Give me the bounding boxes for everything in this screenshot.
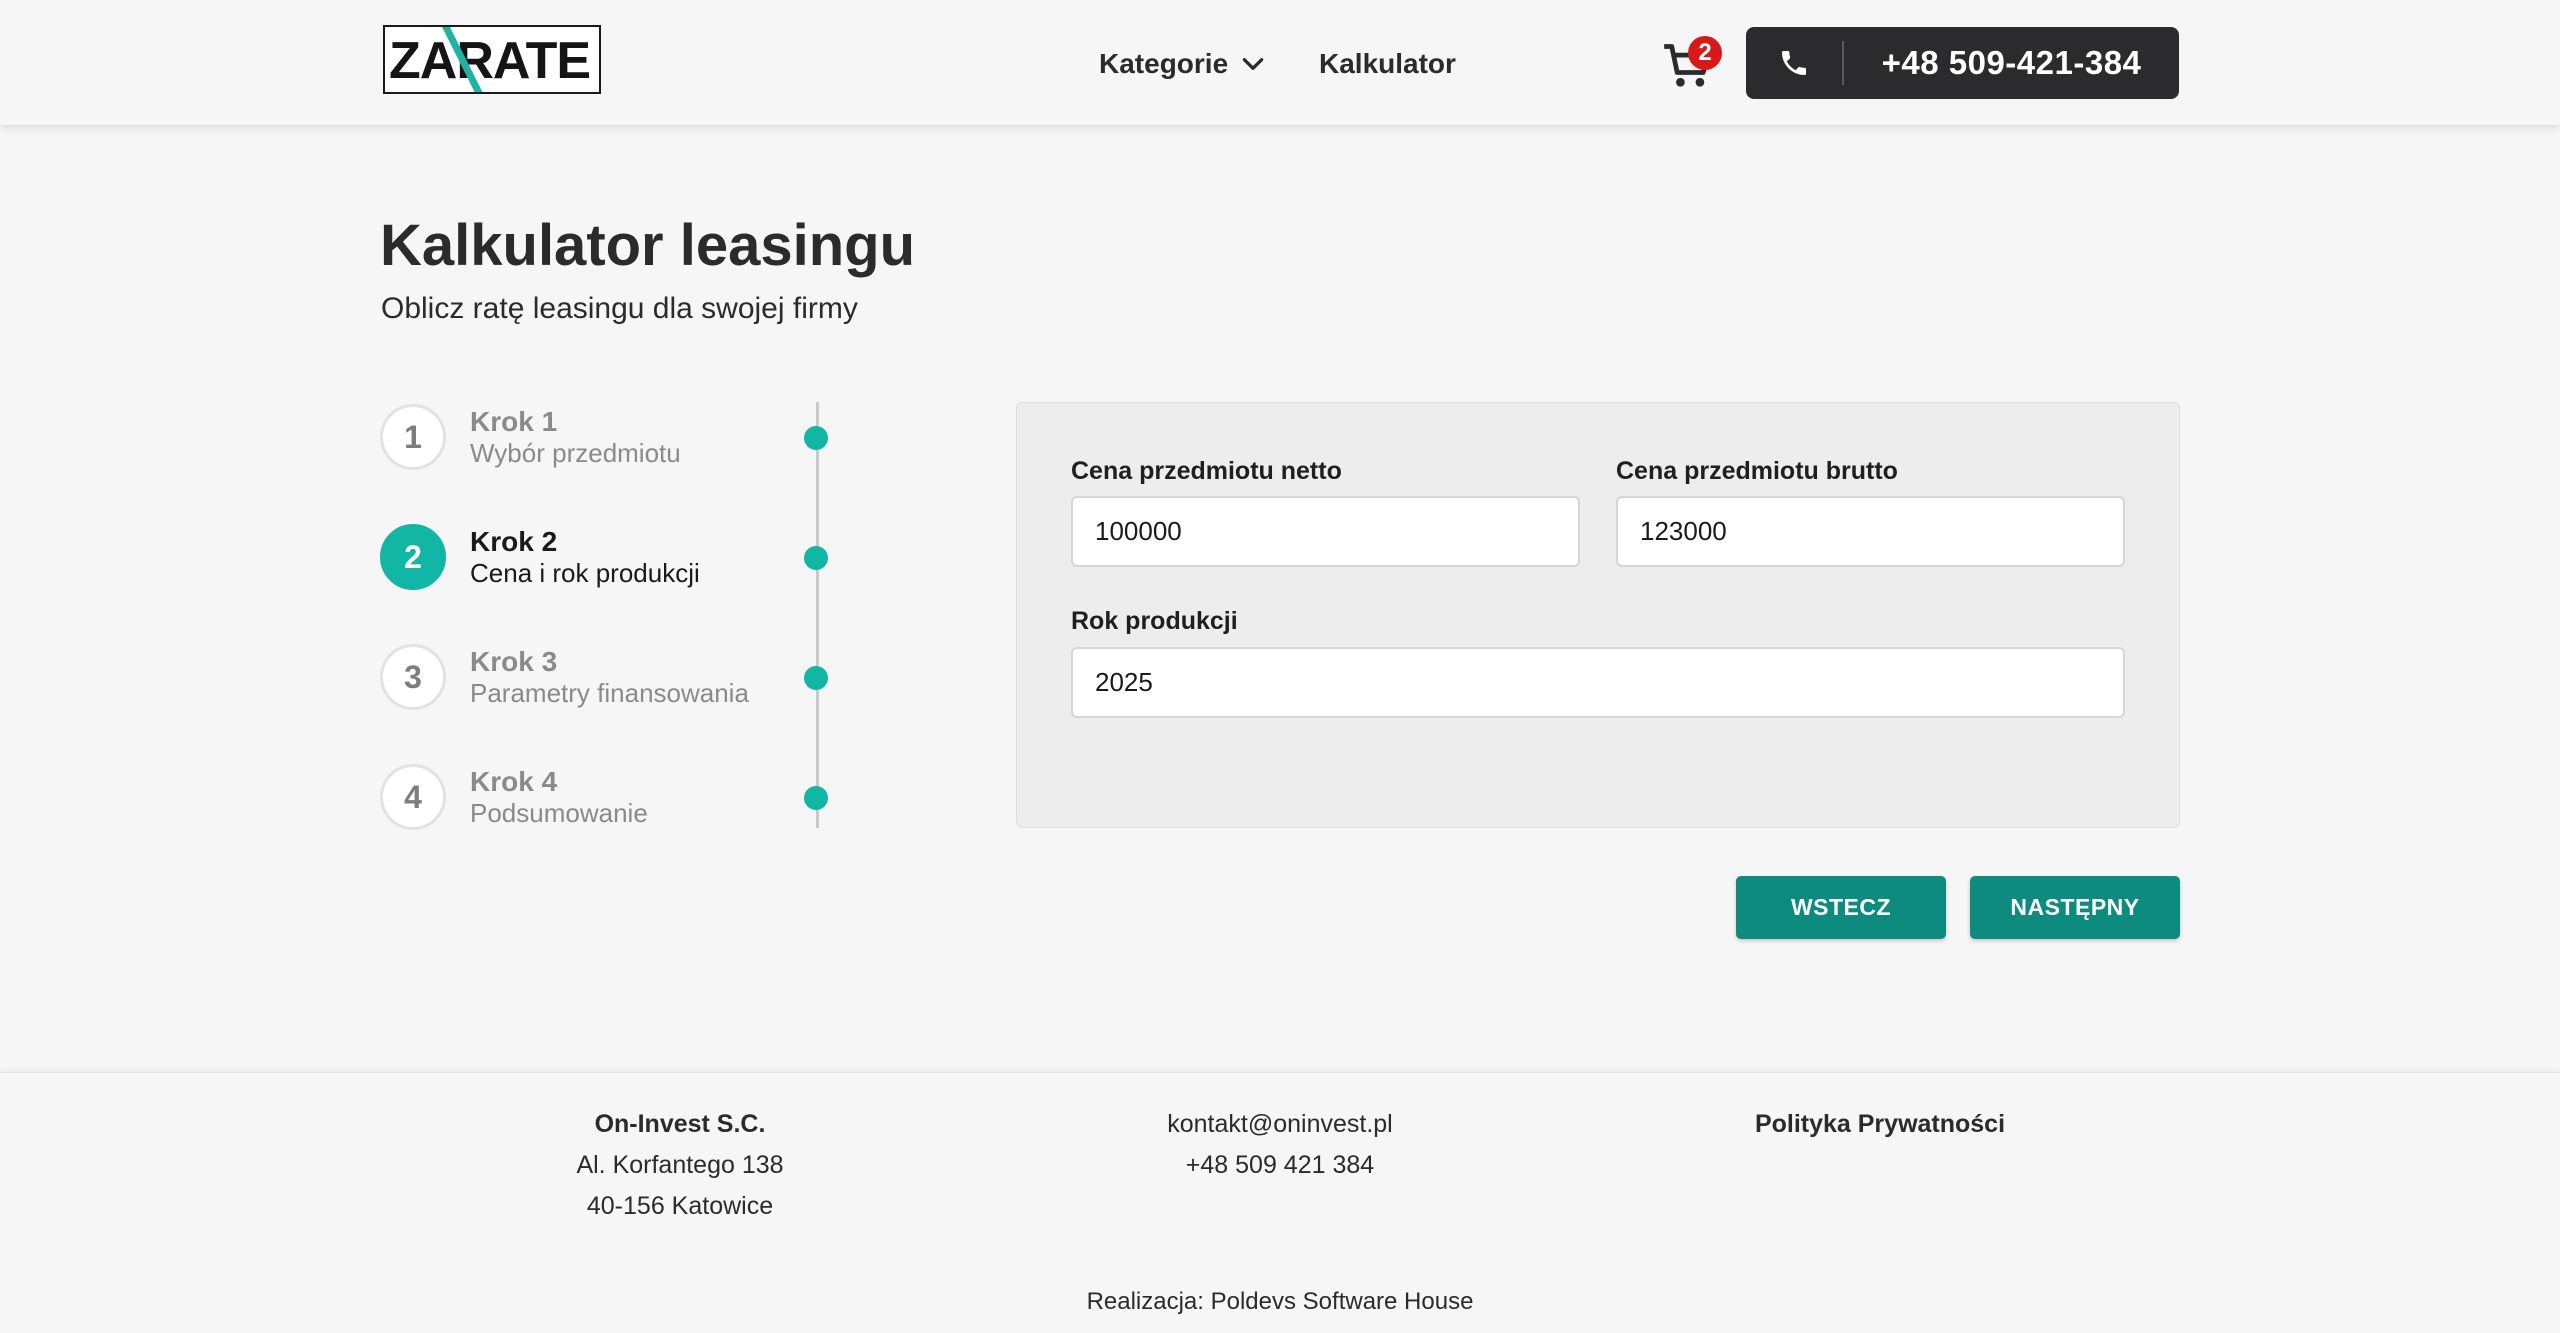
zarate-logo[interactable]: ZARATE xyxy=(383,25,601,94)
step-description: Wybór przedmiotu xyxy=(470,437,681,468)
site-header: ZARATE Kategorie Kalkulator 2 +48 509-42… xyxy=(0,0,2560,125)
step-dot xyxy=(804,546,828,570)
logo-graphic: ZARATE xyxy=(389,27,591,92)
price-form-card: Cena przedmiotu netto Cena przedmiotu br… xyxy=(1016,402,2180,828)
step-1[interactable]: 1 Krok 1 Wybór przedmiotu xyxy=(380,402,880,472)
footer-links: Polityka Prywatności xyxy=(1680,1104,2080,1145)
cart-button[interactable]: 2 xyxy=(1660,36,1722,92)
step-title: Krok 1 xyxy=(470,405,558,437)
cart-count-badge: 2 xyxy=(1688,36,1722,70)
net-price-input[interactable] xyxy=(1071,496,1580,567)
footer-contact: kontakt@oninvest.pl +48 509 421 384 xyxy=(1080,1104,1480,1186)
production-year-label: Rok produkcji xyxy=(1071,607,1238,635)
footer-address-city: 40-156 Katowice xyxy=(586,1192,774,1220)
logo-text: ZARATE xyxy=(389,32,590,90)
back-button[interactable]: WSTECZ xyxy=(1736,876,1946,939)
step-4[interactable]: 4 Krok 4 Podsumowanie xyxy=(380,762,880,832)
step-number: 3 xyxy=(380,644,446,710)
step-3[interactable]: 3 Krok 3 Parametry finansowania xyxy=(380,642,880,712)
step-description: Podsumowanie xyxy=(470,797,648,828)
phone-button[interactable]: +48 509-421-384 xyxy=(1746,27,2179,99)
step-dot xyxy=(804,426,828,450)
step-title: Krok 3 xyxy=(470,645,558,677)
step-dot xyxy=(804,786,828,810)
step-number: 4 xyxy=(380,764,446,830)
step-title: Krok 4 xyxy=(470,765,558,797)
chevron-down-icon xyxy=(1242,58,1264,70)
footer-credit: Realizacja: Poldevs Software House xyxy=(1086,1288,1474,1315)
gross-price-input[interactable] xyxy=(1616,496,2125,567)
step-description: Parametry finansowania xyxy=(470,677,749,708)
net-price-label: Cena przedmiotu netto xyxy=(1071,457,1342,485)
footer-email-link[interactable]: kontakt@oninvest.pl xyxy=(1080,1104,1480,1145)
page-subtitle: Oblicz ratę leasingu dla swojej firmy xyxy=(381,292,858,325)
step-number: 1 xyxy=(380,404,446,470)
gross-price-label: Cena przedmiotu brutto xyxy=(1616,457,1898,485)
page-title: Kalkulator leasingu xyxy=(380,213,916,278)
footer-company-name: On-Invest S.C. xyxy=(594,1110,766,1138)
next-button[interactable]: NASTĘPNY xyxy=(1970,876,2180,939)
nav-categories-label: Kategorie xyxy=(1099,48,1229,79)
phone-icon xyxy=(1746,27,1842,99)
nav-calculator-label: Kalkulator xyxy=(1319,48,1456,79)
step-number: 2 xyxy=(380,524,446,590)
step-title: Krok 2 xyxy=(470,525,558,557)
phone-number: +48 509-421-384 xyxy=(1881,44,2142,81)
footer-address-street: Al. Korfantego 138 xyxy=(576,1151,784,1179)
production-year-input[interactable] xyxy=(1071,647,2125,718)
step-2[interactable]: 2 Krok 2 Cena i rok produkcji xyxy=(380,522,880,592)
nav-calculator[interactable]: Kalkulator xyxy=(1319,44,1456,84)
footer-phone[interactable]: +48 509 421 384 xyxy=(1080,1145,1480,1186)
step-description: Cena i rok produkcji xyxy=(470,557,700,588)
step-dot xyxy=(804,666,828,690)
footer-company-info: On-Invest S.C. Al. Korfantego 138 40-156… xyxy=(480,1104,880,1227)
privacy-policy-link[interactable]: Polityka Prywatności xyxy=(1680,1104,2080,1145)
nav-categories[interactable]: Kategorie xyxy=(1099,44,1266,84)
